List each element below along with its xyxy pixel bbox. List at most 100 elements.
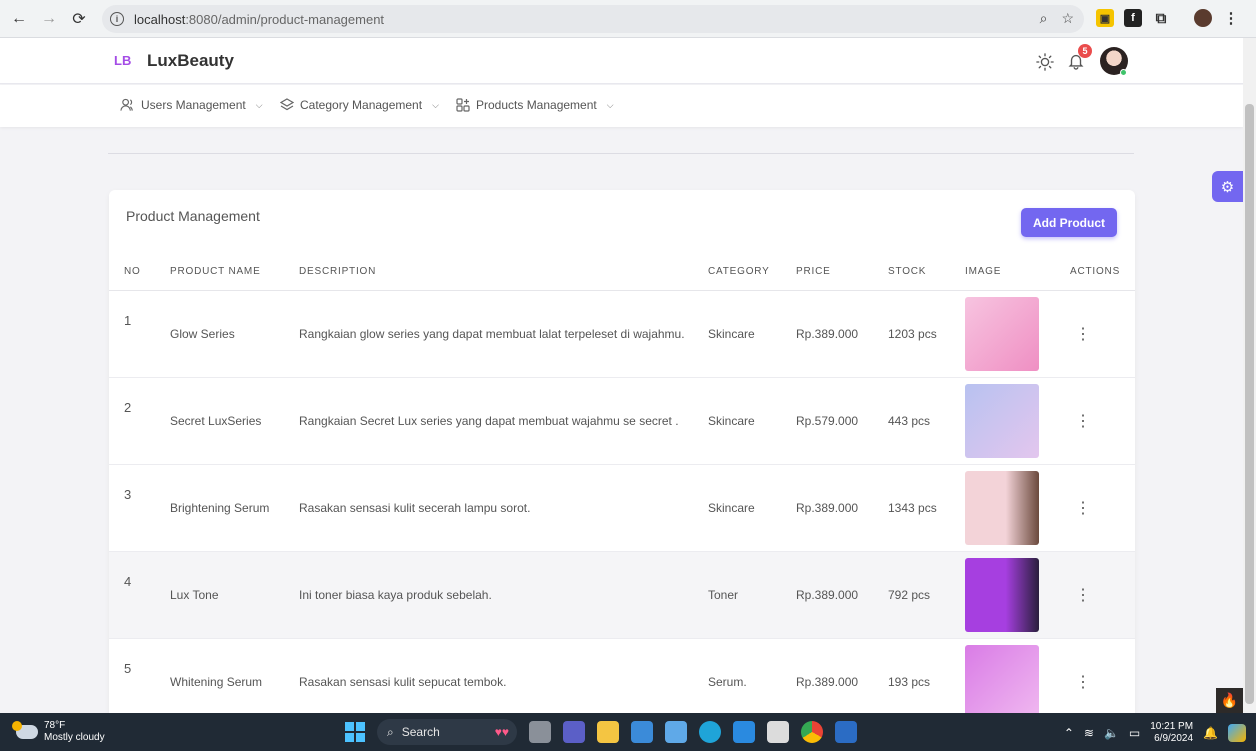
notepad-icon[interactable] (665, 721, 687, 743)
menu-products-management[interactable]: Products Management ⌵ (456, 98, 614, 112)
extension-icon[interactable]: ▣ (1096, 9, 1114, 27)
profile-avatar-icon[interactable] (1194, 9, 1212, 27)
volume-icon[interactable]: 🔈 (1104, 726, 1119, 740)
cell-price: Rp.579.000 (796, 377, 888, 465)
cell-image (965, 464, 1070, 552)
reload-icon[interactable]: ⟳ (64, 4, 94, 34)
weather-widget[interactable]: 78°F Mostly cloudy (12, 720, 105, 744)
cell-no: 4 (109, 551, 170, 639)
cell-product-name: Secret LuxSeries (170, 377, 299, 465)
extension-icon[interactable]: f (1124, 9, 1142, 27)
teams-icon[interactable] (563, 721, 585, 743)
cell-description: Ini toner biasa kaya produk sebelah. (299, 551, 708, 639)
cell-no: 5 (109, 638, 170, 720)
col-header-price: PRICE (796, 254, 888, 291)
notification-center-icon[interactable]: 🔔 (1203, 726, 1218, 740)
cell-description: Rasakan sensasi kulit sepucat tembok. (299, 638, 708, 720)
chevron-up-icon[interactable]: ⌃ (1064, 726, 1074, 740)
store-icon[interactable] (631, 721, 653, 743)
product-image[interactable] (965, 470, 1039, 545)
cell-description: Rangkaian glow series yang dapat membuat… (299, 290, 708, 378)
wifi-icon[interactable]: ≋ (1084, 726, 1094, 740)
brand-name[interactable]: LuxBeauty (147, 51, 234, 71)
product-table: NO PRODUCT NAME DESCRIPTION CATEGORY PRI… (109, 254, 1135, 720)
battery-icon[interactable]: ▭ (1129, 726, 1140, 740)
zoom-icon[interactable]: ⌕ (1040, 10, 1048, 27)
col-header-no: NO (109, 254, 170, 291)
site-info-icon[interactable]: i (110, 12, 124, 26)
cell-category: Serum. (708, 638, 796, 720)
puzzle-icon[interactable]: ⧉ (1152, 9, 1170, 27)
hearts-icon: ♥♥ (494, 725, 509, 739)
cell-product-name: Lux Tone (170, 551, 299, 639)
menu-category-management[interactable]: Category Management ⌵ (280, 98, 439, 112)
task-view-icon[interactable] (529, 721, 551, 743)
table-row: 4 Lux Tone Ini toner biasa kaya produk s… (109, 551, 1135, 639)
cell-category: Skincare (708, 290, 796, 378)
taskbar-search[interactable]: ⌕ Search ♥♥ (377, 719, 517, 745)
cell-no: 3 (109, 464, 170, 552)
more-vertical-icon[interactable]: ⋮ (1075, 674, 1091, 691)
table-row: 5 Whitening Serum Rasakan sensasi kulit … (109, 638, 1135, 720)
col-header-stock: STOCK (888, 254, 965, 291)
copilot-icon[interactable] (1228, 724, 1246, 742)
cell-stock: 1343 pcs (888, 464, 965, 552)
cell-product-name: Brightening Serum (170, 464, 299, 552)
cell-no: 2 (109, 377, 170, 465)
table-row: 2 Secret LuxSeries Rangkaian Secret Lux … (109, 377, 1135, 465)
back-arrow-icon[interactable]: ← (4, 4, 34, 34)
file-explorer-icon[interactable] (597, 721, 619, 743)
table-row: 3 Brightening Serum Rasakan sensasi kuli… (109, 464, 1135, 552)
menu-label: Users Management (141, 98, 246, 112)
clock-date: 6/9/2024 (1154, 733, 1194, 744)
more-vertical-icon[interactable]: ⋮ (1075, 413, 1091, 430)
cell-image (965, 377, 1070, 465)
cell-price: Rp.389.000 (796, 638, 888, 720)
more-menu-icon[interactable]: ⋮ (1222, 9, 1240, 27)
edge-icon[interactable] (699, 721, 721, 743)
layers-icon (280, 98, 294, 111)
cell-stock: 1203 pcs (888, 290, 965, 378)
card-title: Product Management (126, 208, 260, 224)
chevron-down-icon: ⌵ (255, 99, 263, 110)
unity-icon[interactable] (767, 721, 789, 743)
menu-label: Category Management (300, 98, 423, 112)
add-product-button[interactable]: Add Product (1021, 208, 1117, 237)
page-scrollbar[interactable] (1243, 38, 1256, 713)
col-header-description: DESCRIPTION (299, 254, 708, 291)
product-image[interactable] (965, 383, 1039, 458)
bookmark-star-icon[interactable]: ☆ (1061, 10, 1074, 27)
product-image[interactable] (965, 296, 1039, 371)
address-bar[interactable]: i localhost:8080/admin/product-managemen… (102, 5, 1084, 33)
menu-users-management[interactable]: Users Management ⌵ (120, 98, 263, 112)
sun-icon[interactable] (1036, 53, 1054, 71)
scrollbar-thumb[interactable] (1245, 104, 1254, 704)
vscode-icon[interactable] (733, 721, 755, 743)
word-icon[interactable] (835, 721, 857, 743)
windows-start-icon[interactable] (345, 722, 365, 742)
cell-no: 1 (109, 290, 170, 378)
cell-image (965, 551, 1070, 639)
chrome-icon[interactable] (801, 721, 823, 743)
cell-actions: ⋮ (1070, 638, 1135, 720)
cell-product-name: Glow Series (170, 290, 299, 378)
cell-category: Toner (708, 551, 796, 639)
product-image[interactable] (965, 557, 1039, 632)
cell-stock: 792 pcs (888, 551, 965, 639)
settings-gear-icon[interactable]: ⚙ (1212, 171, 1243, 202)
product-image[interactable] (965, 644, 1039, 719)
cell-product-name: Whitening Serum (170, 638, 299, 720)
more-vertical-icon[interactable]: ⋮ (1075, 587, 1091, 604)
cloud-sun-icon (12, 721, 38, 739)
cell-actions: ⋮ (1070, 464, 1135, 552)
clock[interactable]: 10:21 PM 6/9/2024 (1150, 721, 1193, 745)
more-vertical-icon[interactable]: ⋮ (1075, 500, 1091, 517)
col-header-product-name: PRODUCT NAME (170, 254, 299, 291)
clock-time: 10:21 PM (1150, 721, 1194, 732)
fire-icon[interactable]: 🔥 (1216, 688, 1243, 713)
cell-description: Rangkaian Secret Lux series yang dapat m… (299, 377, 708, 465)
more-vertical-icon[interactable]: ⋮ (1075, 326, 1091, 343)
cell-actions: ⋮ (1070, 290, 1135, 378)
weather-temp: 78°F (44, 720, 66, 731)
forward-arrow-icon[interactable]: → (34, 4, 64, 34)
